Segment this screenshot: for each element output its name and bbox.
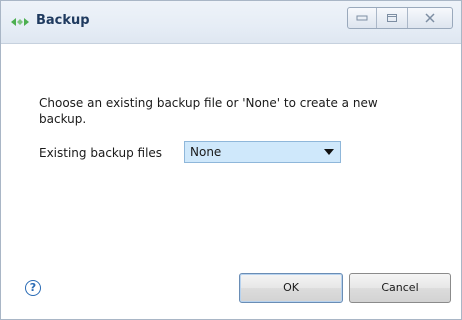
select-value: None — [190, 145, 222, 159]
cancel-button[interactable]: Cancel — [349, 273, 451, 303]
existing-backup-files-label: Existing backup files — [39, 146, 163, 160]
title-bar[interactable]: Backup — [1, 1, 461, 44]
window-controls — [347, 7, 453, 29]
minimize-icon — [356, 15, 368, 21]
close-button[interactable] — [407, 8, 452, 28]
backup-dialog: Backup Choose an existing backup file or… — [0, 0, 462, 320]
maximize-icon — [387, 14, 397, 22]
help-icon[interactable]: ? — [25, 280, 41, 296]
diamond-arrows-icon — [11, 13, 29, 26]
chevron-down-icon[interactable] — [324, 149, 334, 155]
window-title: Backup — [36, 13, 90, 28]
maximize-button[interactable] — [376, 8, 407, 28]
dialog-message: Choose an existing backup file or 'None'… — [39, 96, 378, 126]
ok-button[interactable]: OK — [239, 273, 343, 303]
close-icon — [425, 13, 435, 23]
minimize-button[interactable] — [348, 8, 376, 28]
existing-backup-files-select[interactable]: None — [184, 141, 341, 163]
